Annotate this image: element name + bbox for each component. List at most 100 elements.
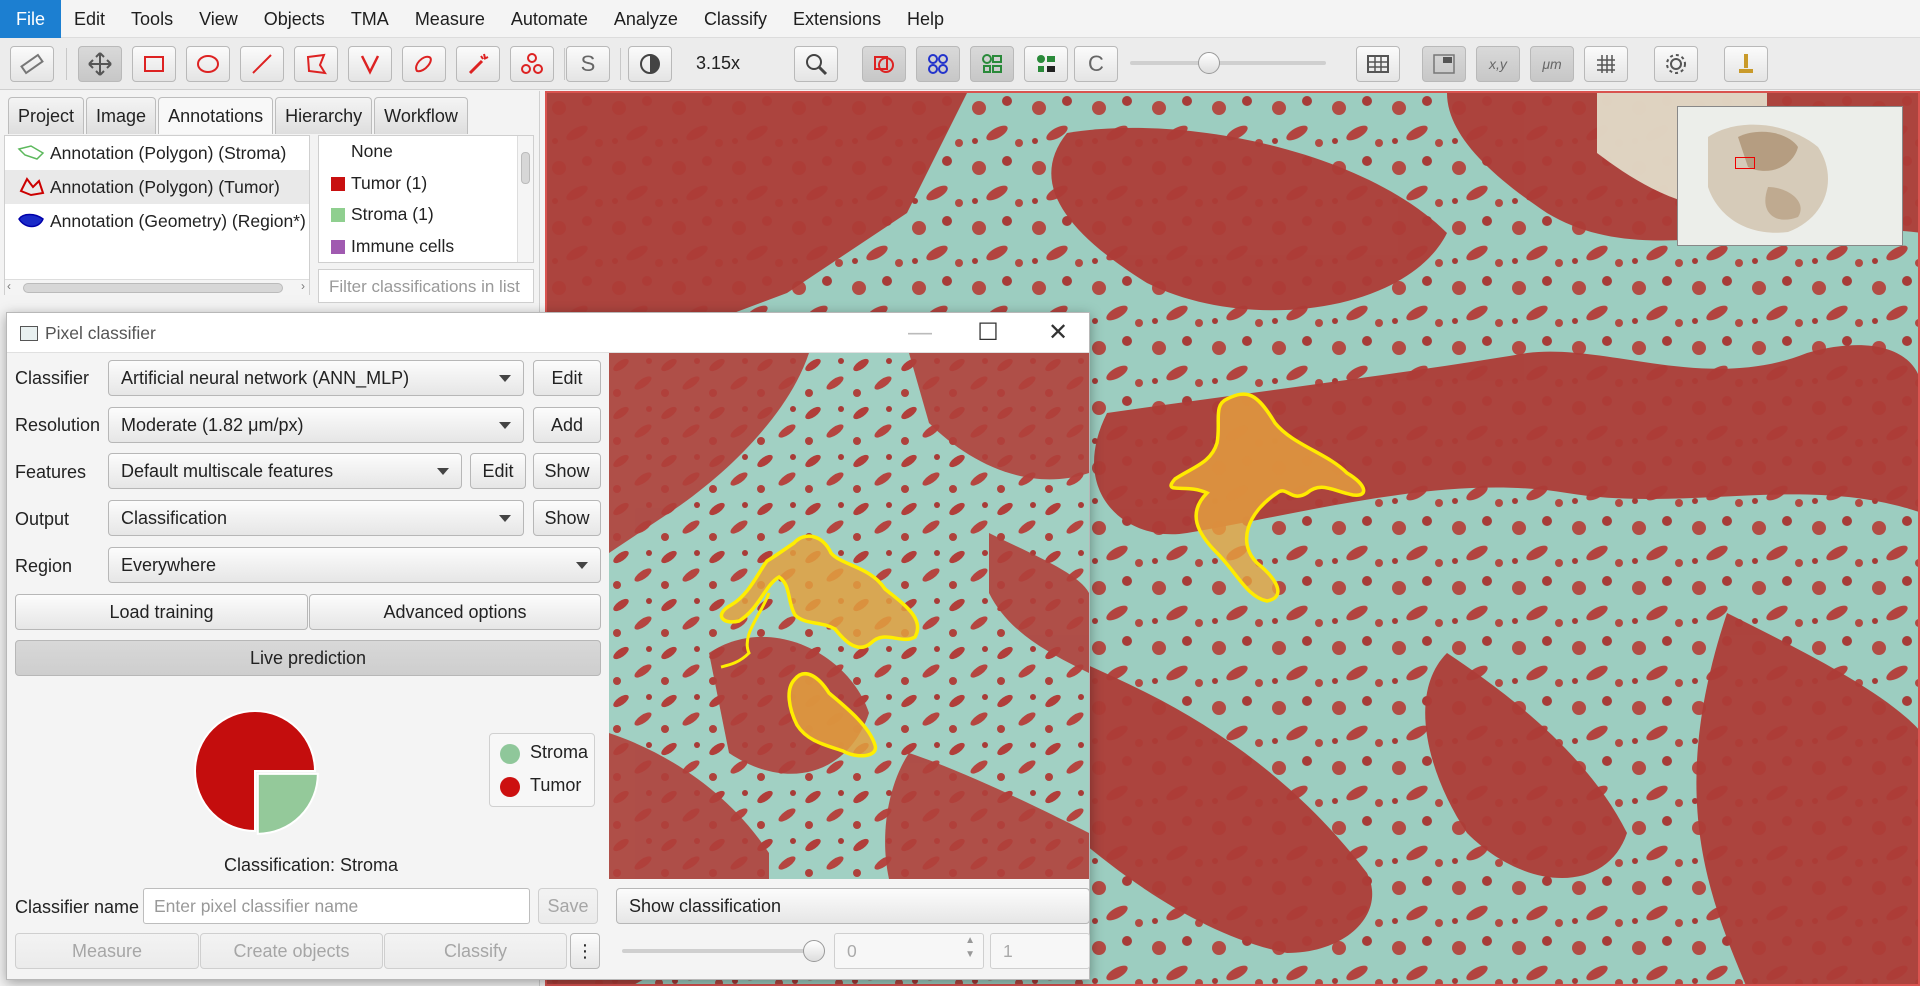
measurement-table-icon[interactable] bbox=[1356, 46, 1400, 82]
preferences-gear-icon[interactable] bbox=[1654, 46, 1698, 82]
show-features-button[interactable]: Show bbox=[533, 453, 601, 489]
scroll-left-arrow-icon[interactable]: ‹ bbox=[7, 279, 11, 293]
list-item-class-immune[interactable]: Immune cells bbox=[319, 231, 533, 263]
ruler-icon[interactable] bbox=[10, 46, 54, 82]
minimize-icon[interactable]: — bbox=[905, 319, 935, 347]
line-tool-icon[interactable] bbox=[240, 46, 284, 82]
points-tool-icon[interactable] bbox=[510, 46, 554, 82]
load-training-button[interactable]: Load training bbox=[15, 594, 308, 630]
classifier-select[interactable]: Artificial neural network (ANN_MLP) bbox=[108, 360, 524, 396]
fill-toggle[interactable]: C bbox=[1074, 46, 1118, 82]
tab-annotations[interactable]: Annotations bbox=[158, 97, 274, 134]
features-select[interactable]: Default multiscale features bbox=[108, 453, 462, 489]
show-classification-select[interactable]: Show classification bbox=[616, 888, 1090, 924]
log-viewer-icon[interactable] bbox=[1724, 46, 1768, 82]
show-scalebar-toggle[interactable]: μm bbox=[1530, 46, 1574, 82]
output-value: Classification bbox=[121, 508, 228, 528]
menu-objects[interactable]: Objects bbox=[251, 0, 338, 38]
pixel-classification-overlay-icon[interactable] bbox=[1024, 46, 1068, 82]
menu-tma[interactable]: TMA bbox=[338, 0, 402, 38]
classifier-name-input[interactable]: Enter pixel classifier name bbox=[143, 888, 530, 924]
region-select[interactable]: Everywhere bbox=[108, 547, 601, 583]
move-tool-icon[interactable] bbox=[78, 46, 122, 82]
more-options-button[interactable]: ⋮ bbox=[570, 933, 600, 969]
chevron-down-icon bbox=[576, 562, 588, 569]
zoom-to-fit-icon[interactable] bbox=[794, 46, 838, 82]
add-resolution-button[interactable]: Add bbox=[533, 407, 601, 443]
list-item-class-stroma[interactable]: Stroma (1) bbox=[319, 199, 533, 231]
brush-tool-icon[interactable] bbox=[402, 46, 446, 82]
resolution-select[interactable]: Moderate (1.82 μm/px) bbox=[108, 407, 524, 443]
list-item-annotation-stroma[interactable]: Annotation (Polygon) (Stroma) bbox=[5, 136, 309, 170]
menu-tools[interactable]: Tools bbox=[118, 0, 186, 38]
polygon-tool-icon[interactable] bbox=[294, 46, 338, 82]
spinner-input-b[interactable]: 1 bbox=[990, 933, 1090, 969]
opacity-slider-knob[interactable] bbox=[1198, 52, 1220, 74]
vertical-scrollbar[interactable] bbox=[517, 136, 533, 262]
edit-features-button[interactable]: Edit bbox=[470, 453, 526, 489]
preview-opacity-slider-knob[interactable] bbox=[803, 940, 825, 962]
grid-icon[interactable] bbox=[1584, 46, 1628, 82]
menu-file[interactable]: File bbox=[0, 0, 62, 38]
show-annotations-icon[interactable] bbox=[862, 46, 906, 82]
polygon-tumor-icon bbox=[19, 177, 45, 197]
annotation-list[interactable]: Annotation (Polygon) (Stroma) Annotation… bbox=[4, 135, 310, 295]
horizontal-scrollbar[interactable]: ‹ › bbox=[5, 279, 309, 295]
show-output-button[interactable]: Show bbox=[533, 500, 601, 536]
spinner-arrows-icon[interactable]: ▲ ▼ bbox=[965, 934, 975, 962]
tma-grid-icon[interactable] bbox=[970, 46, 1014, 82]
menu-automate[interactable]: Automate bbox=[498, 0, 601, 38]
scrollbar-thumb[interactable] bbox=[23, 283, 283, 293]
scrollbar-thumb[interactable] bbox=[521, 152, 530, 184]
live-prediction-toggle[interactable]: Live prediction bbox=[15, 640, 601, 676]
menu-edit[interactable]: Edit bbox=[61, 0, 118, 38]
rectangle-tool-icon[interactable] bbox=[132, 46, 176, 82]
tab-image[interactable]: Image bbox=[86, 97, 157, 134]
menu-extensions[interactable]: Extensions bbox=[780, 0, 894, 38]
create-objects-button[interactable]: Create objects bbox=[200, 933, 383, 969]
menu-measure[interactable]: Measure bbox=[402, 0, 498, 38]
ellipse-tool-icon[interactable] bbox=[186, 46, 230, 82]
selection-mode-toggle[interactable]: S bbox=[566, 46, 610, 82]
menu-view[interactable]: View bbox=[186, 0, 251, 38]
classify-button[interactable]: Classify bbox=[384, 933, 567, 969]
show-cursor-location-toggle[interactable]: x,y bbox=[1476, 46, 1520, 82]
menu-help[interactable]: Help bbox=[894, 0, 957, 38]
toolbar-separator bbox=[564, 48, 565, 80]
advanced-options-button[interactable]: Advanced options bbox=[309, 594, 601, 630]
legend-label: Stroma bbox=[530, 742, 589, 762]
polyline-tool-icon[interactable] bbox=[348, 46, 392, 82]
classification-preview[interactable] bbox=[609, 353, 1089, 879]
tab-workflow[interactable]: Workflow bbox=[374, 97, 468, 134]
menu-analyze[interactable]: Analyze bbox=[601, 0, 691, 38]
show-detections-icon[interactable] bbox=[916, 46, 960, 82]
class-label: None bbox=[351, 141, 393, 161]
edit-classifier-button[interactable]: Edit bbox=[533, 360, 601, 396]
list-item-annotation-tumor[interactable]: Annotation (Polygon) (Tumor) bbox=[5, 170, 309, 204]
preview-opacity-slider-track[interactable] bbox=[622, 949, 812, 953]
save-classifier-button[interactable]: Save bbox=[538, 888, 598, 924]
overview-thumbnail[interactable] bbox=[1677, 106, 1903, 246]
list-item-class-tumor[interactable]: Tumor (1) bbox=[319, 168, 533, 200]
menu-classify[interactable]: Classify bbox=[691, 0, 780, 38]
measure-button[interactable]: Measure bbox=[15, 933, 199, 969]
maximize-icon[interactable]: ☐ bbox=[973, 319, 1003, 347]
tab-hierarchy[interactable]: Hierarchy bbox=[275, 97, 373, 134]
list-item-annotation-region[interactable]: Annotation (Geometry) (Region*) bbox=[5, 204, 309, 238]
classification-result-text: Classification: Stroma bbox=[224, 855, 399, 875]
scroll-right-arrow-icon[interactable]: › bbox=[301, 279, 305, 293]
tab-project[interactable]: Project bbox=[8, 97, 85, 134]
wand-tool-icon[interactable] bbox=[456, 46, 500, 82]
opacity-slider-track[interactable] bbox=[1130, 61, 1326, 65]
contrast-icon[interactable] bbox=[628, 46, 672, 82]
spinner-input-a[interactable]: 0 ▲ ▼ bbox=[834, 933, 984, 969]
close-icon[interactable]: ✕ bbox=[1043, 319, 1073, 347]
toolbar-separator bbox=[66, 48, 67, 80]
show-overview-icon[interactable] bbox=[1422, 46, 1466, 82]
list-item-class-none[interactable]: None bbox=[319, 136, 533, 168]
spinner-value-b: 1 bbox=[1003, 941, 1013, 961]
class-filter-input[interactable]: Filter classifications in list bbox=[318, 269, 534, 303]
output-label: Output bbox=[15, 509, 70, 529]
classification-list[interactable]: None Tumor (1) Stroma (1) Immune cells bbox=[318, 135, 534, 263]
output-select[interactable]: Classification bbox=[108, 500, 524, 536]
